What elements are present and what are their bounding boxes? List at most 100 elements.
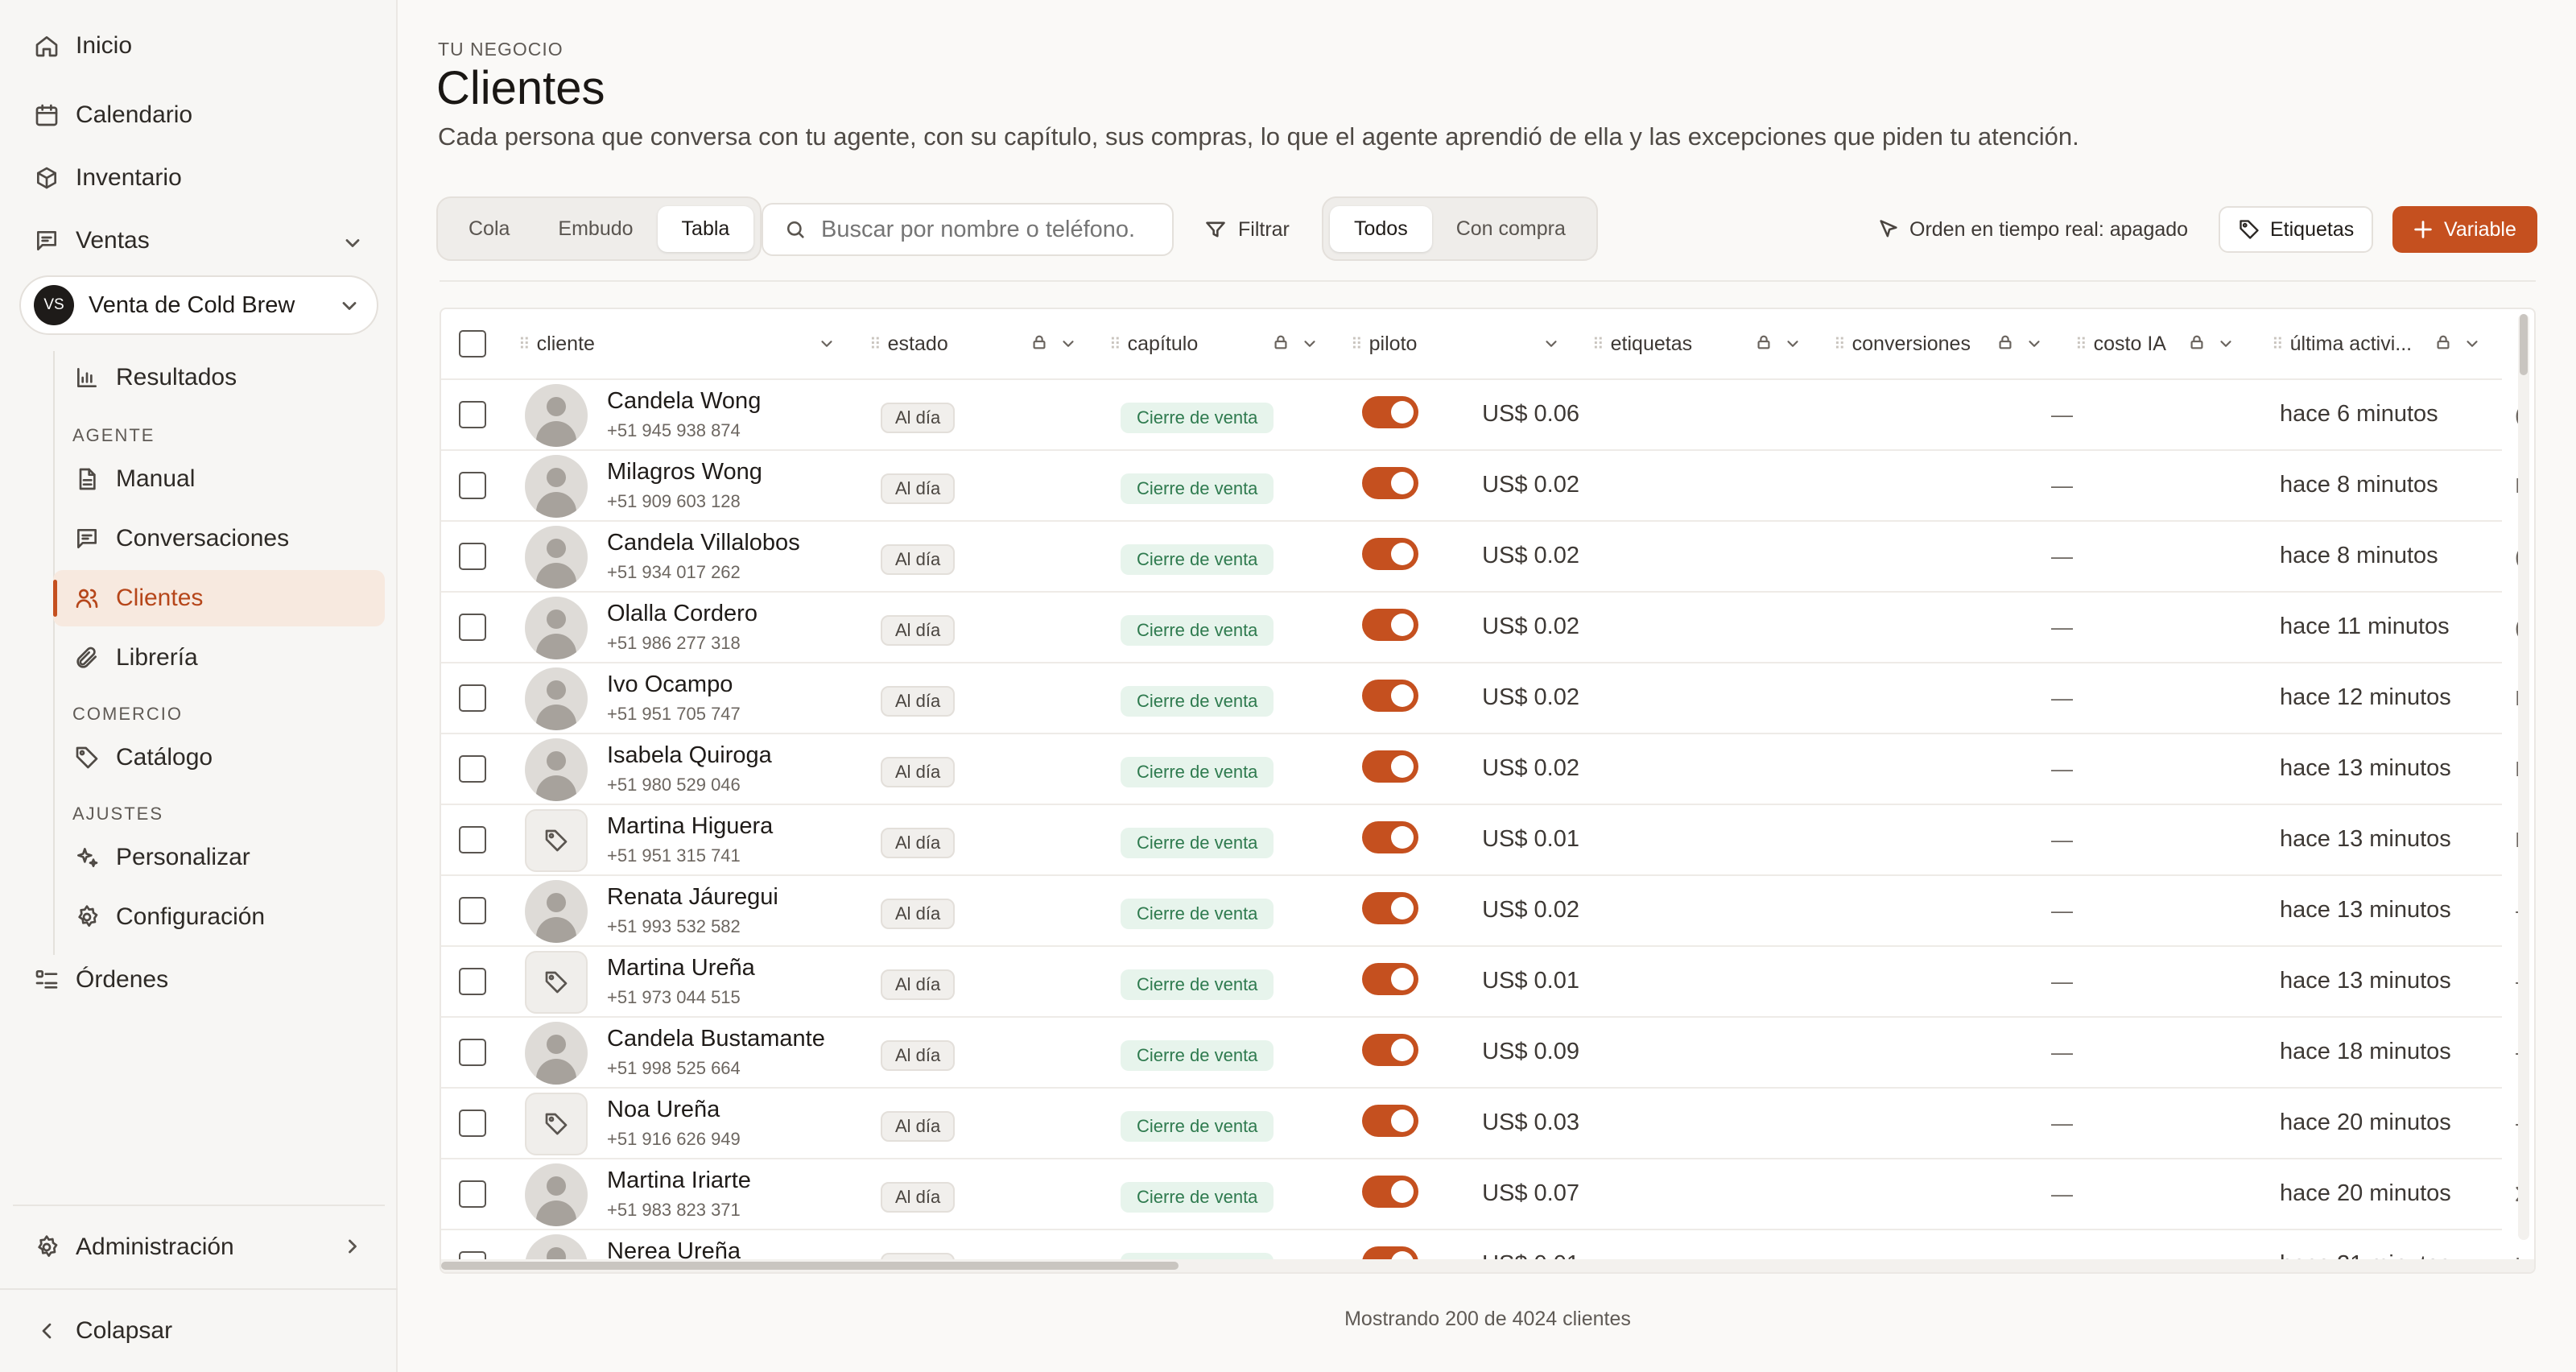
search-input[interactable] (821, 216, 1135, 243)
row-checkbox[interactable] (459, 1039, 486, 1066)
column-header-capitulo[interactable]: ⠿ capítulo (1109, 309, 1198, 378)
drag-handle-icon[interactable]: ⠿ (2272, 334, 2284, 354)
drag-handle-icon[interactable]: ⠿ (2075, 334, 2087, 354)
row-checkbox[interactable] (459, 401, 486, 428)
chevron-down-icon[interactable] (2217, 335, 2235, 353)
pilot-toggle[interactable] (1362, 1034, 1418, 1066)
pilot-toggle[interactable] (1362, 892, 1418, 924)
table-row[interactable]: Martina Higuera +51 951 315 741 Al día Cier… (441, 804, 2520, 874)
client-name[interactable]: Milagros Wong (607, 459, 762, 486)
sidebar-item-personalizar[interactable]: Personalizar (74, 844, 250, 871)
sidebar-item-clientes[interactable]: Clientes (53, 570, 385, 626)
workspace-selector[interactable]: VS Venta de Cold Brew (19, 275, 378, 335)
collapse-button[interactable]: Colapsar (34, 1317, 172, 1345)
sidebar-item-catalogo[interactable]: Catálogo (74, 744, 213, 771)
row-checkbox[interactable] (459, 684, 486, 712)
client-name[interactable]: Noa Ureña (607, 1097, 720, 1123)
sidebar-item-ordenes[interactable]: Órdenes (34, 966, 168, 994)
pilot-toggle[interactable] (1362, 538, 1418, 570)
table-row[interactable]: Noa Ureña +51 916 626 949 Al día Cierre de … (441, 1087, 2522, 1158)
table-row[interactable]: Olalla Cordero +51 986 277 318 Al día Cierr… (441, 591, 2522, 662)
drag-handle-icon[interactable]: ⠿ (1351, 334, 1363, 354)
vertical-scrollbar[interactable] (2518, 314, 2529, 1240)
table-row[interactable]: Renata Jáuregui +51 993 532 582 Al día Cier… (441, 874, 2522, 945)
tab-tabla[interactable]: Tabla (657, 205, 754, 252)
table-row[interactable]: Candela Bustamante +51 998 525 664 Al día C… (441, 1016, 2522, 1087)
drag-handle-icon[interactable]: ⠿ (869, 334, 881, 354)
tags-button[interactable]: Etiquetas (2219, 206, 2373, 253)
pilot-toggle[interactable] (1362, 1105, 1418, 1137)
sidebar-item-inicio[interactable]: Inicio (34, 32, 132, 60)
client-name[interactable]: Renata Jáuregui (607, 884, 778, 911)
client-name[interactable]: Candela Villalobos (607, 530, 800, 556)
pilot-toggle[interactable] (1362, 467, 1418, 499)
sidebar-item-libreria[interactable]: Librería (74, 644, 198, 672)
tab-embudo[interactable]: Embudo (534, 206, 657, 252)
pilot-toggle[interactable] (1362, 1176, 1418, 1208)
column-header-conversiones[interactable]: ⠿ conversiones (1834, 309, 1971, 378)
horizontal-scrollbar-thumb[interactable] (441, 1262, 1179, 1270)
chevron-down-icon[interactable] (341, 232, 364, 254)
pilot-toggle[interactable] (1362, 821, 1418, 853)
add-variable-button[interactable]: Variable (2392, 206, 2537, 253)
table-row[interactable]: Candela Wong +51 945 938 874 Al día Cierre … (441, 378, 2522, 449)
client-name[interactable]: Candela Bustamante (607, 1026, 825, 1052)
pilot-toggle[interactable] (1362, 963, 1418, 995)
column-header-estado[interactable]: ⠿ estado (869, 309, 948, 378)
column-header-etiquetas[interactable]: ⠿ etiquetas (1592, 309, 1692, 378)
chevron-down-icon[interactable] (1542, 335, 1560, 353)
column-header-cliente[interactable]: ⠿ cliente (518, 309, 595, 378)
drag-handle-icon[interactable]: ⠿ (1592, 334, 1604, 354)
client-name[interactable]: Martina Iriarte (607, 1167, 751, 1194)
tab-cola[interactable]: Cola (444, 206, 534, 252)
row-checkbox[interactable] (459, 543, 486, 570)
sidebar-item-administracion[interactable]: Administración (34, 1234, 234, 1261)
client-name[interactable]: Isabela Quiroga (607, 742, 772, 769)
row-checkbox[interactable] (459, 1180, 486, 1208)
chevron-down-icon[interactable] (818, 335, 836, 353)
table-row[interactable]: Candela Villalobos +51 934 017 262 Al día C… (441, 520, 2522, 591)
drag-handle-icon[interactable]: ⠿ (518, 334, 530, 354)
segment-todos[interactable]: Todos (1330, 205, 1432, 252)
drag-handle-icon[interactable]: ⠿ (1109, 334, 1121, 354)
row-checkbox[interactable] (459, 968, 486, 995)
chevron-down-icon[interactable] (1059, 335, 1077, 353)
pilot-toggle[interactable] (1362, 680, 1418, 712)
realtime-order-toggle[interactable]: Orden en tiempo real: apagado (1877, 206, 2188, 253)
column-header-piloto[interactable]: ⠿ piloto (1351, 309, 1417, 378)
client-name[interactable]: Ivo Ocampo (607, 672, 733, 698)
row-checkbox[interactable] (459, 1110, 486, 1137)
client-name[interactable]: Martina Ureña (607, 955, 755, 981)
select-all-checkbox[interactable] (459, 330, 486, 357)
sidebar-item-inventario[interactable]: Inventario (34, 164, 182, 192)
pilot-toggle[interactable] (1362, 750, 1418, 783)
table-row[interactable]: Martina Ureña +51 973 044 515 Al día Cierre… (441, 945, 2522, 1016)
sidebar-item-manual[interactable]: Manual (74, 465, 195, 493)
client-name[interactable]: Martina Higuera (607, 813, 773, 840)
search-box[interactable] (762, 203, 1174, 256)
segment-con-compra[interactable]: Con compra (1432, 206, 1590, 252)
client-name[interactable]: Olalla Cordero (607, 601, 758, 627)
chevron-down-icon[interactable] (2463, 335, 2481, 353)
sidebar-item-resultados[interactable]: Resultados (74, 364, 237, 391)
column-header-ultima-actividad[interactable]: ⠿ última activi... (2272, 309, 2412, 378)
chevron-down-icon[interactable] (2025, 335, 2043, 353)
row-checkbox[interactable] (459, 897, 486, 924)
client-name[interactable]: Candela Wong (607, 388, 761, 415)
chevron-right-icon[interactable] (341, 1235, 364, 1258)
row-checkbox[interactable] (459, 755, 486, 783)
chevron-down-icon[interactable] (1784, 335, 1802, 353)
horizontal-scrollbar[interactable] (441, 1259, 2534, 1272)
row-checkbox[interactable] (459, 472, 486, 499)
row-checkbox[interactable] (459, 826, 486, 853)
table-row[interactable]: Ivo Ocampo +51 951 705 747 Al día Cierre de… (441, 662, 2520, 733)
sidebar-item-calendario[interactable]: Calendario (34, 101, 192, 129)
table-row[interactable]: Milagros Wong +51 909 603 128 Al día Cierre… (441, 449, 2520, 520)
row-checkbox[interactable] (459, 614, 486, 641)
table-row[interactable]: Martina Iriarte +51 983 823 371 Al día Cier… (441, 1158, 2528, 1229)
pilot-toggle[interactable] (1362, 396, 1418, 428)
pilot-toggle[interactable] (1362, 609, 1418, 641)
column-header-costo-ia[interactable]: ⠿ costo IA (2075, 309, 2166, 378)
sidebar-item-configuracion[interactable]: Configuración (74, 903, 265, 931)
sidebar-item-conversaciones[interactable]: Conversaciones (74, 525, 289, 552)
